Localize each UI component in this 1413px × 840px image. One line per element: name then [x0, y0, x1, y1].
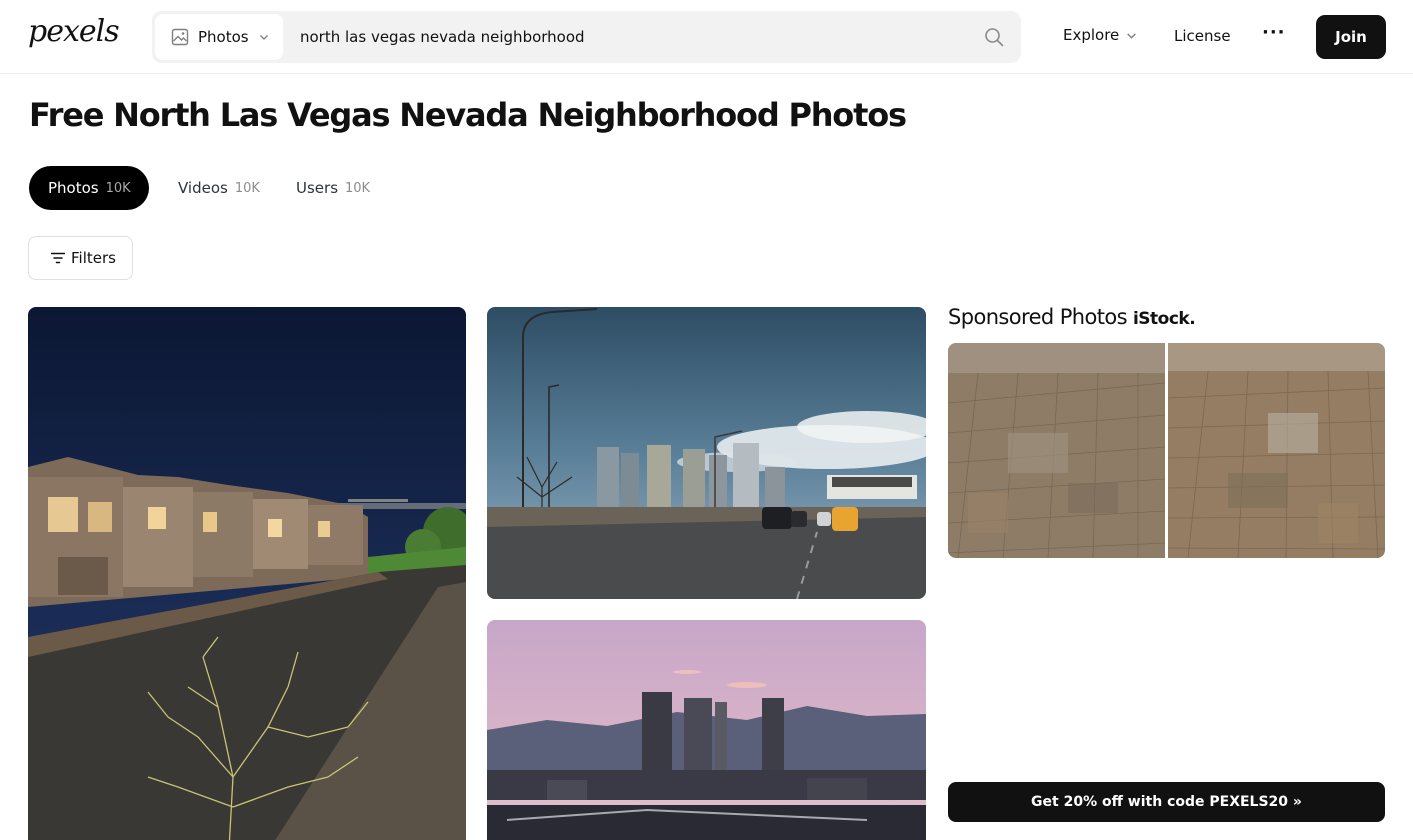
filters-button[interactable]: Filters: [28, 236, 133, 280]
tab-photos[interactable]: Photos 10K: [29, 166, 149, 210]
promo-code-button[interactable]: Get 20% off with code PEXELS20 »: [948, 782, 1385, 822]
photo-image: [487, 620, 926, 840]
photo-street-skyline[interactable]: [487, 307, 926, 599]
photo-image: [1168, 343, 1385, 558]
chevron-down-icon: [1127, 32, 1137, 39]
search-bar: Photos: [152, 11, 1021, 63]
explore-label: Explore: [1063, 26, 1120, 44]
photo-image: [28, 307, 466, 840]
tab-label: Videos: [178, 179, 228, 197]
filter-lines-icon: [51, 252, 65, 264]
pexels-logo[interactable]: pexels: [28, 14, 120, 49]
explore-menu[interactable]: Explore: [1063, 26, 1137, 44]
sponsored-title: Sponsored Photos: [948, 305, 1128, 329]
image-icon: [171, 28, 189, 46]
sponsored-heading: Sponsored Photos iStock.: [948, 305, 1196, 329]
tab-users[interactable]: Users 10K: [296, 166, 370, 210]
search-type-dropdown[interactable]: Photos: [155, 14, 283, 60]
search-type-label: Photos: [198, 28, 249, 46]
chevron-down-icon: [259, 35, 268, 40]
photo-night-neighborhood[interactable]: [28, 307, 466, 840]
tab-label: Photos: [48, 179, 99, 197]
search-icon[interactable]: [983, 26, 1005, 48]
page-title: Free North Las Vegas Nevada Neighborhood…: [29, 96, 907, 134]
more-menu-icon[interactable]: ···: [1262, 22, 1286, 43]
photo-image: [948, 343, 1165, 558]
join-button[interactable]: Join: [1316, 15, 1386, 59]
sponsored-photo-aerial-1[interactable]: [948, 343, 1165, 558]
tab-count: 10K: [234, 180, 260, 196]
filters-label: Filters: [71, 249, 116, 267]
tab-count: 10K: [345, 180, 371, 196]
tab-videos[interactable]: Videos 10K: [178, 166, 260, 210]
license-link[interactable]: License: [1174, 27, 1231, 45]
sponsored-photo-aerial-2[interactable]: [1168, 343, 1385, 558]
top-header: pexels Photos Explore License ··· Join: [0, 0, 1413, 74]
search-input[interactable]: [292, 11, 952, 63]
tab-label: Users: [296, 179, 339, 197]
istock-logo[interactable]: iStock.: [1133, 309, 1196, 329]
photo-sunset-towers[interactable]: [487, 620, 926, 840]
photo-image: [487, 307, 926, 599]
tab-count: 10K: [105, 180, 131, 196]
